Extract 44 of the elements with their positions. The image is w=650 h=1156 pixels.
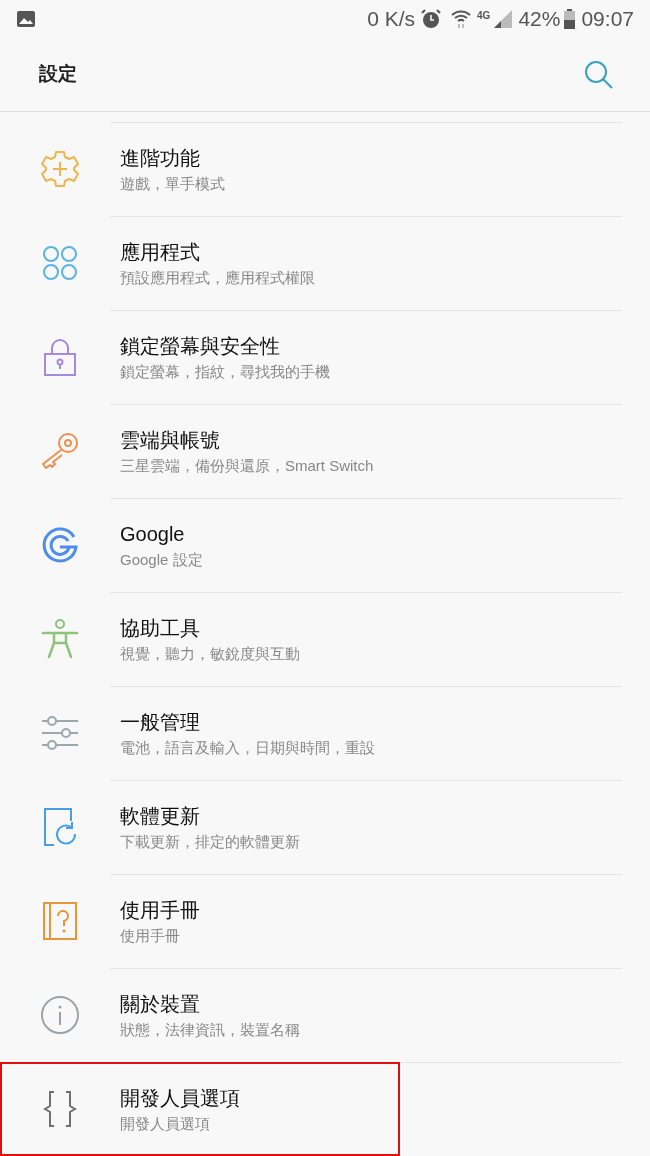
- settings-item[interactable]: 軟體更新 下載更新，排定的軟體更新: [0, 780, 650, 874]
- item-subtitle: 預設應用程式，應用程式權限: [120, 267, 315, 288]
- item-title: 使用手冊: [120, 897, 200, 923]
- settings-item[interactable]: 開發人員選項 開發人員選項: [0, 1062, 650, 1156]
- page-title: 設定: [39, 62, 78, 87]
- item-subtitle: 使用手冊: [120, 925, 180, 946]
- item-title: 應用程式: [120, 239, 200, 265]
- item-subtitle: 下載更新，排定的軟體更新: [120, 831, 300, 852]
- wifi-icon: [451, 9, 472, 29]
- clock: 09:07: [581, 6, 634, 33]
- settings-item[interactable]: 應用程式 預設應用程式，應用程式權限: [0, 216, 650, 310]
- item-subtitle: Google 設定: [120, 549, 203, 570]
- item-subtitle: 狀態，法律資訊，裝置名稱: [120, 1019, 300, 1040]
- settings-item[interactable]: 使用手冊 使用手冊: [0, 874, 650, 968]
- item-title: 一般管理: [120, 709, 200, 735]
- image-icon: [16, 10, 36, 28]
- item-title: 雲端與帳號: [120, 427, 220, 453]
- item-subtitle: 遊戲，單手模式: [120, 173, 225, 194]
- settings-item[interactable]: 進階功能 遊戲，單手模式: [0, 122, 650, 216]
- signal-icon: [494, 10, 513, 28]
- item-subtitle: 開發人員選項: [120, 1113, 210, 1134]
- item-subtitle: 三星雲端，備份與還原，Smart Switch: [120, 455, 374, 476]
- item-title: 開發人員選項: [120, 1085, 240, 1111]
- item-subtitle: 電池，語言及輸入，日期與時間，重設: [120, 737, 375, 758]
- item-subtitle: 視覺，聽力，敏銳度與互動: [120, 643, 300, 664]
- settings-item[interactable]: 鎖定螢幕與安全性 鎖定螢幕，指紋，尋找我的手機: [0, 310, 650, 404]
- item-title: 進階功能: [120, 145, 200, 171]
- network-speed: 0 K/s: [367, 6, 416, 33]
- network-type: 4G: [477, 9, 491, 23]
- item-title: Google: [120, 521, 185, 547]
- settings-item[interactable]: 雲端與帳號 三星雲端，備份與還原，Smart Switch: [0, 404, 650, 498]
- search-icon[interactable]: [584, 59, 614, 90]
- alarm-icon: [421, 9, 442, 29]
- item-title: 關於裝置: [120, 991, 200, 1017]
- battery-icon: [564, 9, 576, 29]
- settings-item[interactable]: 關於裝置 狀態，法律資訊，裝置名稱: [0, 968, 650, 1062]
- item-title: 鎖定螢幕與安全性: [120, 333, 280, 359]
- item-subtitle: 鎖定螢幕，指紋，尋找我的手機: [120, 361, 330, 382]
- item-title: 協助工具: [120, 615, 200, 641]
- settings-item[interactable]: Google Google 設定: [0, 498, 650, 592]
- item-title: 軟體更新: [120, 803, 200, 829]
- settings-item[interactable]: 一般管理 電池，語言及輸入，日期與時間，重設: [0, 686, 650, 780]
- battery-percent: 42%: [518, 6, 561, 33]
- settings-item[interactable]: 協助工具 視覺，聽力，敏銳度與互動: [0, 592, 650, 686]
